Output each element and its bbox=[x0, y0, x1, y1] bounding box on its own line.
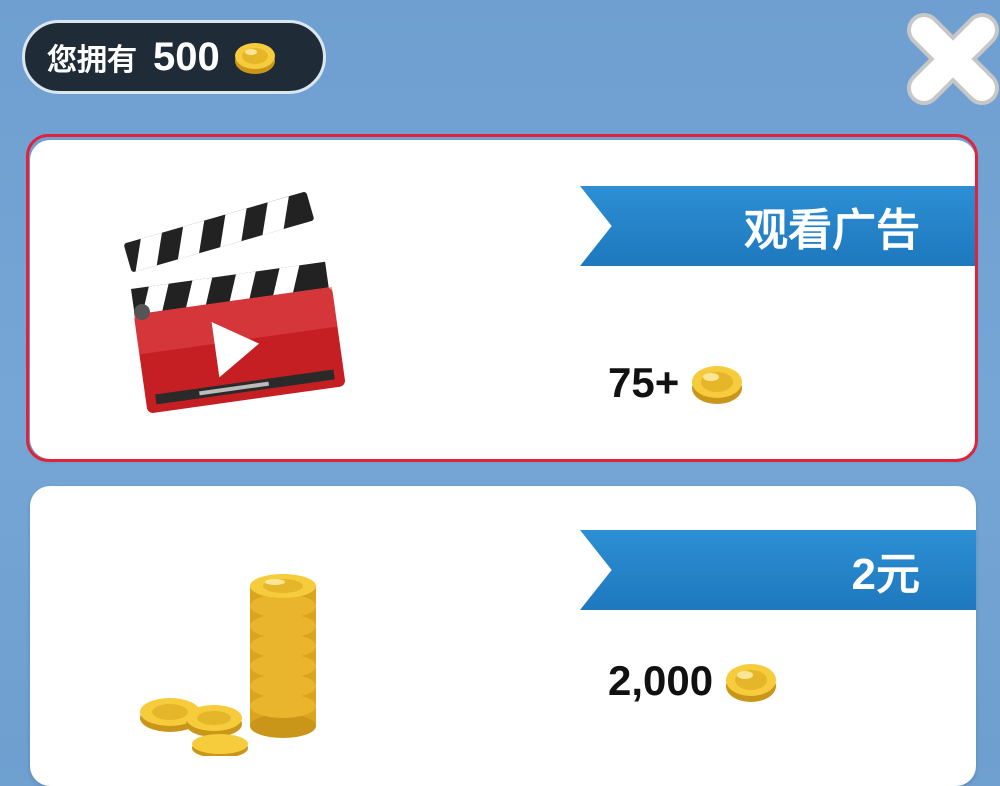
balance-display: 您拥有 500 bbox=[22, 20, 326, 94]
offer-title-ribbon: 观看广告 bbox=[580, 186, 976, 266]
coin-icon bbox=[726, 664, 777, 702]
offer-title: 观看广告 bbox=[744, 206, 920, 255]
offer-card-watch-ad[interactable]: 观看广告 75+ bbox=[30, 140, 976, 459]
video-clapperboard-icon bbox=[124, 192, 346, 413]
coin-stack-icon bbox=[140, 574, 316, 756]
offer-reward: 2,000 bbox=[608, 656, 779, 706]
offer-reward-amount: 75+ bbox=[608, 359, 680, 406]
balance-label: 您拥有 bbox=[47, 44, 137, 77]
offer-title: 2元 bbox=[851, 550, 920, 599]
coin-icon bbox=[234, 43, 275, 74]
close-button[interactable] bbox=[898, 4, 1000, 114]
offer-card-purchase[interactable]: 2元 2,000 bbox=[30, 486, 976, 786]
coin-icon bbox=[692, 366, 743, 404]
balance-amount: 500 bbox=[153, 34, 220, 79]
offer-reward-amount: 2,000 bbox=[608, 657, 714, 704]
close-x-icon bbox=[907, 13, 999, 105]
offer-reward: 75+ bbox=[608, 358, 745, 408]
offer-title-ribbon: 2元 bbox=[580, 530, 976, 610]
